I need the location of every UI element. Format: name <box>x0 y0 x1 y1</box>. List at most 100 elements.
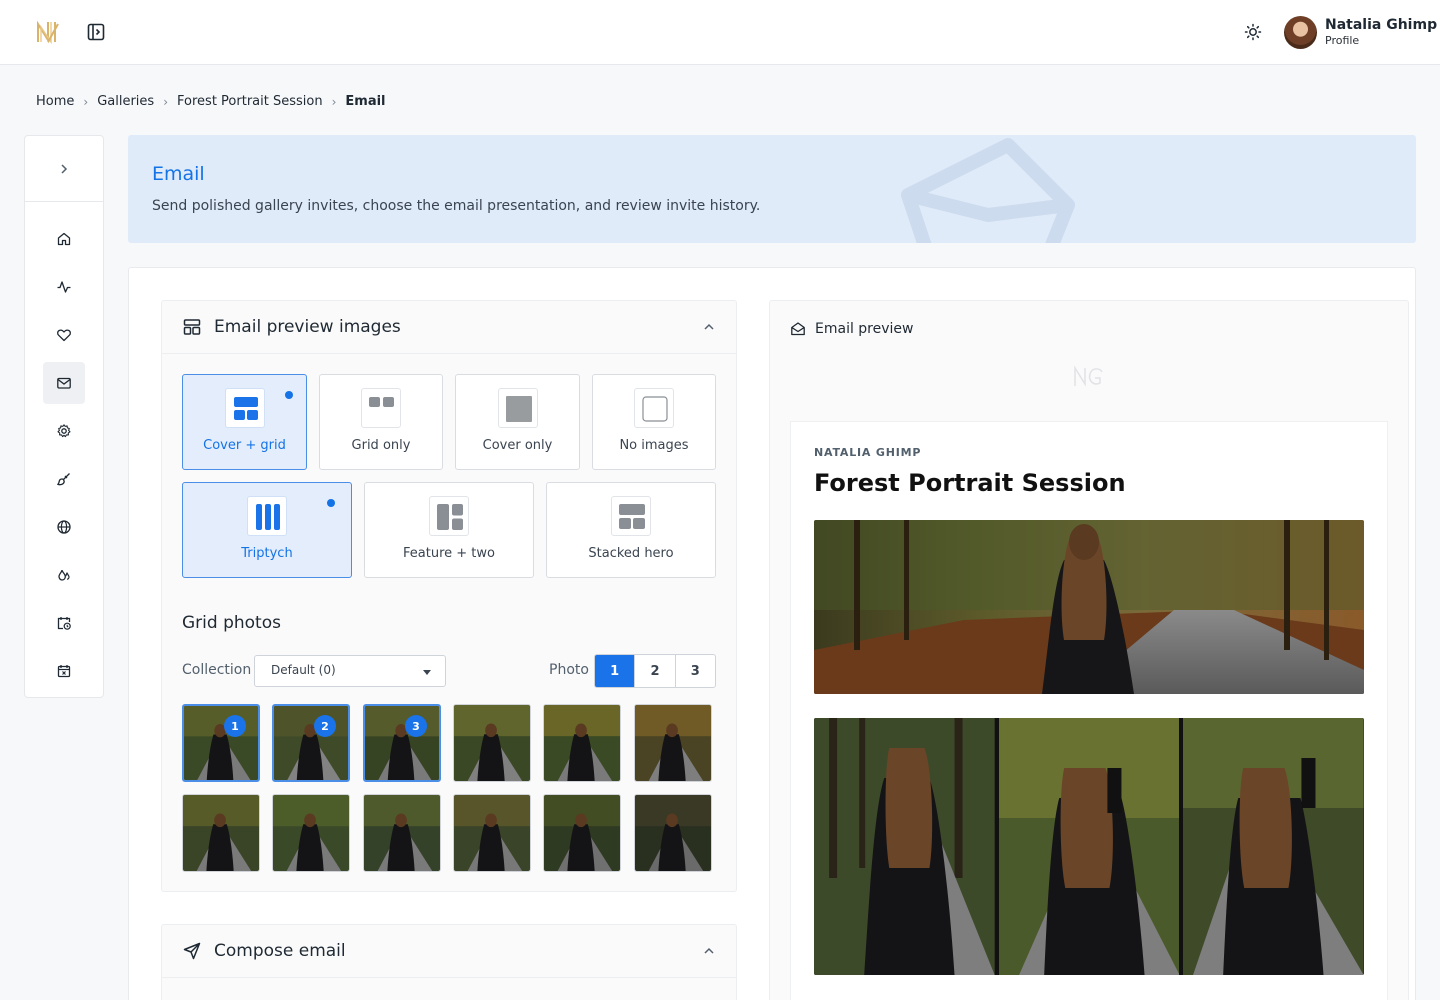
photo-thumbnail-image <box>544 795 620 871</box>
grid-style-feature-two[interactable]: Feature + two <box>364 482 534 578</box>
chevron-right-icon: › <box>163 94 169 109</box>
compose-email-header[interactable]: Compose email <box>162 925 736 978</box>
calendar-clock-icon <box>57 617 71 630</box>
top-bar: Natalia Ghimp Profile <box>0 0 1440 65</box>
photo-slot-1[interactable]: 1 <box>595 655 635 687</box>
page-title: Email <box>152 163 205 185</box>
sidebar-toggle-icon[interactable] <box>86 22 106 42</box>
selected-indicator <box>285 391 293 399</box>
rail-item-home[interactable] <box>43 218 85 260</box>
photo-thumbnail-image <box>184 706 258 780</box>
photo-thumbnail[interactable] <box>453 704 531 782</box>
rail-item-activity[interactable] <box>43 266 85 308</box>
rail-item-email[interactable] <box>43 362 85 404</box>
grid-style-stacked-hero[interactable]: Stacked hero <box>546 482 716 578</box>
selection-order-badge: 2 <box>314 715 336 737</box>
rail-item-domain[interactable] <box>43 506 85 548</box>
photo-thumbnail-image <box>544 705 620 781</box>
rail-item-favorites[interactable] <box>43 314 85 356</box>
photo-thumbnail[interactable]: 2 <box>272 704 350 782</box>
collection-label: Collection <box>182 662 252 678</box>
mail-open-icon <box>791 322 805 336</box>
chevron-up-icon[interactable] <box>702 944 716 958</box>
rail-expand-button[interactable] <box>25 136 103 202</box>
photo-thumbnail-image <box>365 706 439 780</box>
panel-title: Email preview images <box>214 317 401 337</box>
collection-select[interactable]: Default (0) <box>254 655 446 687</box>
grid-style-label: Triptych <box>241 546 293 561</box>
photo-thumbnail[interactable] <box>272 794 350 872</box>
avatar <box>1284 15 1317 49</box>
rail-item-branding[interactable] <box>43 458 85 500</box>
photo-thumbnail[interactable] <box>543 704 621 782</box>
photo-thumbnail-image <box>274 706 348 780</box>
grid-style-triptych[interactable]: Triptych <box>182 482 352 578</box>
side-rail <box>24 135 104 698</box>
photo-slot-2[interactable]: 2 <box>634 655 674 687</box>
heart-icon <box>57 329 71 342</box>
photo-thumbnail-image <box>635 705 711 781</box>
photo-thumbnail-image <box>364 795 440 871</box>
photo-thumbnail[interactable] <box>634 794 712 872</box>
rail-item-watermark[interactable] <box>43 554 85 596</box>
email-preview-header: Email preview <box>790 321 913 337</box>
stacked-hero-thumb <box>611 496 651 536</box>
droplets-icon <box>58 569 70 581</box>
logo-icon[interactable] <box>34 18 62 46</box>
photo-thumbnail[interactable] <box>363 794 441 872</box>
preview-title: Email preview <box>815 321 914 337</box>
profile-menu[interactable]: Natalia Ghimp Profile <box>1284 15 1437 49</box>
layout-option-cover-grid[interactable]: Cover + grid <box>182 374 307 470</box>
photo-thumbnail[interactable] <box>543 794 621 872</box>
photo-thumbnail[interactable] <box>182 794 260 872</box>
breadcrumb-home[interactable]: Home <box>36 94 74 109</box>
grid-only-thumb <box>361 388 401 428</box>
layout-option-cover-only[interactable]: Cover only <box>455 374 580 470</box>
activity-icon <box>57 281 71 293</box>
selected-indicator <box>327 499 335 507</box>
globe-icon <box>57 520 71 534</box>
photo-thumbnail-image <box>273 795 349 871</box>
profile-link: Profile <box>1325 33 1360 47</box>
rail-item-schedule[interactable] <box>43 602 85 644</box>
layout-icon <box>183 319 201 335</box>
no-images-thumb <box>634 388 674 428</box>
chevron-up-icon[interactable] <box>702 320 716 334</box>
photo-thumbnail[interactable]: 1 <box>182 704 260 782</box>
photo-slot-label: Photo <box>549 662 589 678</box>
cover-grid-thumb <box>224 388 265 428</box>
collection-select-value: Default (0) <box>271 663 336 677</box>
rail-item-settings[interactable] <box>43 410 85 452</box>
sun-icon[interactable] <box>1243 22 1263 42</box>
calendar-x-icon <box>57 665 71 678</box>
selection-order-badge: 3 <box>405 715 427 737</box>
breadcrumb-galleries[interactable]: Galleries <box>97 94 154 109</box>
photo-thumbnail[interactable] <box>634 704 712 782</box>
email-preview-images-header[interactable]: Email preview images <box>162 301 736 354</box>
photo-slot-3[interactable]: 3 <box>674 655 715 687</box>
page-header-banner: Email Send polished gallery invites, cho… <box>128 135 1416 243</box>
rail-item-expiry[interactable] <box>43 650 85 692</box>
layout-option-label: No images <box>619 438 689 453</box>
photo-thumbnail[interactable]: 3 <box>363 704 441 782</box>
compose-email-panel: Compose email <box>161 924 737 1000</box>
brush-icon <box>57 473 70 486</box>
home-icon <box>57 232 71 246</box>
breadcrumb-gallery[interactable]: Forest Portrait Session <box>177 94 323 109</box>
grid-style-label: Stacked hero <box>588 546 674 561</box>
gear-icon <box>57 424 71 438</box>
photo-thumbnail[interactable] <box>453 794 531 872</box>
brand-logo-icon <box>1074 365 1103 387</box>
send-icon <box>183 942 201 960</box>
panel-title: Compose email <box>214 941 346 961</box>
layout-option-label: Grid only <box>351 438 411 453</box>
email-sender-name: NATALIA GHIMP <box>814 446 922 459</box>
triptych-thumb <box>247 496 287 536</box>
layout-option-grid-only[interactable]: Grid only <box>319 374 443 470</box>
profile-name: Natalia Ghimp <box>1325 16 1438 33</box>
photo-thumbnail-image <box>454 795 530 871</box>
chevron-right-icon: › <box>83 94 89 109</box>
layout-option-no-images[interactable]: No images <box>592 374 716 470</box>
triptych-photo-1 <box>814 718 995 975</box>
triptych-photo-3 <box>1183 718 1364 975</box>
